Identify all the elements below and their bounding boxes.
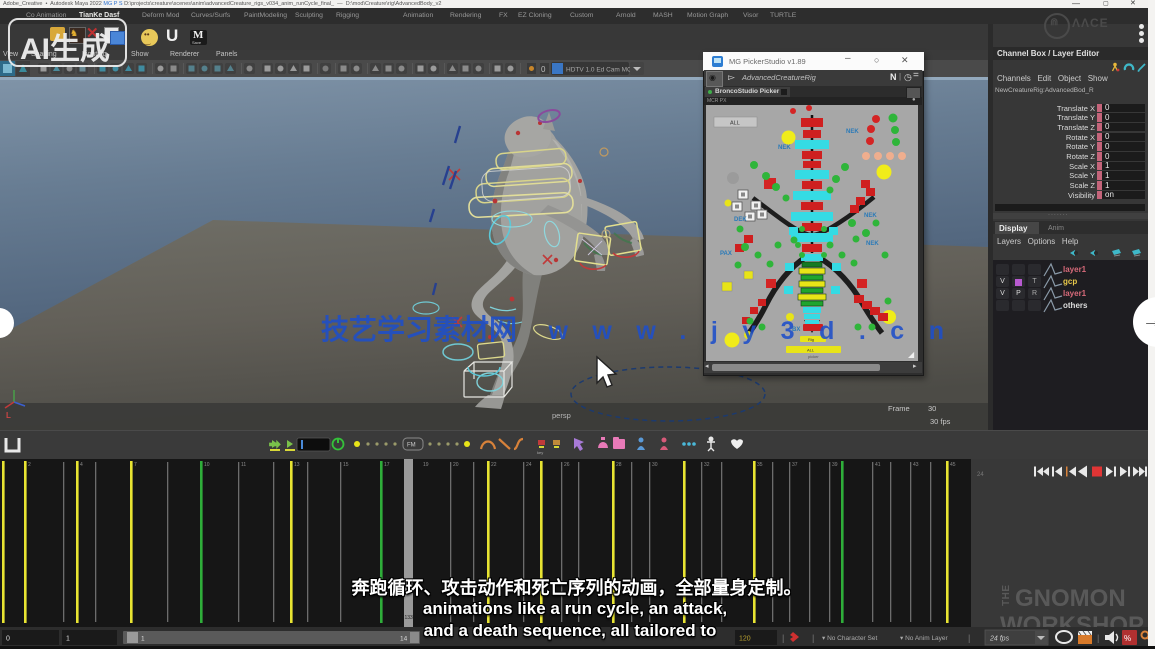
svg-text:FM: FM (407, 443, 416, 449)
svg-text:30: 30 (652, 462, 658, 468)
svg-text:NEK: NEK (864, 213, 877, 219)
svg-text:43: 43 (913, 462, 919, 468)
svg-text:22: 22 (491, 462, 497, 468)
svg-text:28: 28 (616, 462, 622, 468)
svg-text:32: 32 (704, 462, 710, 468)
svg-text:ALL: ALL (807, 348, 815, 353)
svg-text:20: 20 (453, 462, 459, 468)
svg-text:19: 19 (423, 462, 429, 468)
svg-text:4: 4 (80, 462, 83, 468)
svg-text:17: 17 (384, 462, 390, 468)
svg-text:persp: persp (552, 411, 571, 420)
svg-text:7: 7 (134, 462, 137, 468)
svg-text:Frame: Frame (888, 404, 910, 413)
svg-text:DEK: DEK (734, 217, 747, 223)
svg-text:26: 26 (564, 462, 570, 468)
svg-text:2: 2 (28, 462, 31, 468)
svg-text:30: 30 (928, 404, 936, 413)
svg-text:24: 24 (977, 472, 984, 478)
svg-text:35: 35 (757, 462, 763, 468)
svg-text:11: 11 (241, 462, 246, 468)
svg-text:30 fps: 30 fps (930, 417, 951, 426)
svg-text:key: key (537, 450, 543, 455)
svg-text:picker: picker (808, 354, 819, 359)
svg-text:PAX: PAX (720, 251, 732, 257)
svg-text:0: 0 (541, 65, 546, 74)
svg-text:24: 24 (526, 462, 532, 468)
svg-text:37: 37 (792, 462, 798, 468)
svg-text:NEK: NEK (866, 241, 879, 247)
svg-text:15: 15 (343, 462, 349, 468)
svg-text:41: 41 (875, 462, 881, 468)
svg-text:HDTV 1.0 Ed Cam MCsf: HDTV 1.0 Ed Cam MCsf (566, 67, 637, 74)
svg-text:10: 10 (204, 462, 210, 468)
svg-text:NEK: NEK (846, 129, 859, 135)
svg-text:13: 13 (294, 462, 300, 468)
svg-text:39: 39 (832, 462, 838, 468)
svg-text:L: L (6, 411, 11, 420)
svg-text:45: 45 (950, 462, 956, 468)
svg-text:ALL: ALL (730, 121, 740, 127)
svg-text:NEK: NEK (778, 145, 791, 151)
